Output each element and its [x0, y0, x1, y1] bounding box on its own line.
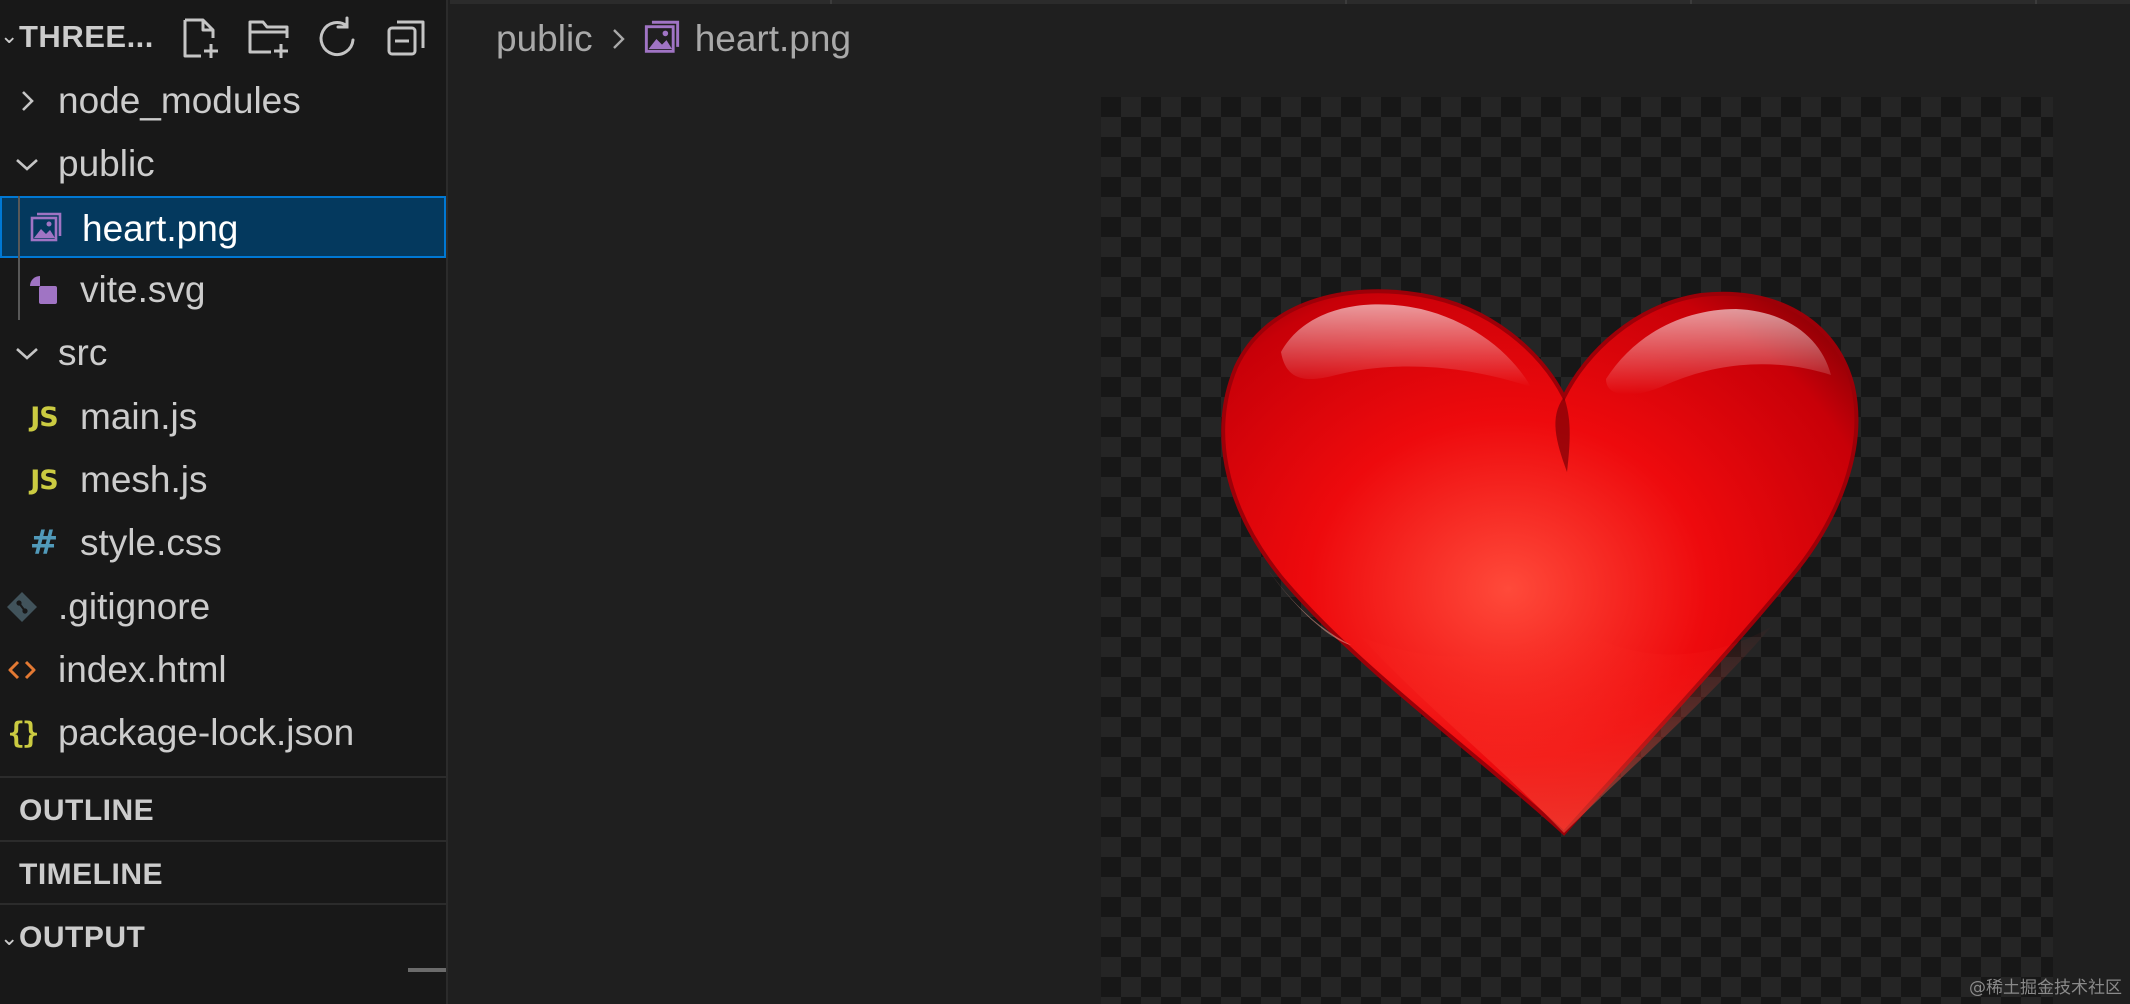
- tree-item-label: index.html: [58, 649, 227, 690]
- tree-item-label: vite.svg: [80, 269, 206, 310]
- editor-area: public heart.png @稀土掘金技术社区: [450, 0, 2130, 1004]
- tree-item-index-html[interactable]: index.html: [0, 639, 446, 701]
- new-file-icon[interactable]: [175, 14, 223, 62]
- tree-item-gitignore[interactable]: .gitignore: [0, 576, 446, 638]
- tree-item-mesh-js[interactable]: JS mesh.js: [0, 449, 446, 511]
- breadcrumb: public heart.png: [496, 14, 851, 64]
- json-file-icon: {}: [7, 716, 40, 750]
- watermark-text: @稀土掘金技术社区: [1969, 978, 2122, 998]
- timeline-panel-title: TIMELINE: [19, 858, 163, 891]
- tree-item-label: mesh.js: [80, 459, 208, 500]
- tree-item-vite-svg[interactable]: vite.svg: [0, 259, 446, 321]
- css-file-icon: #: [29, 523, 59, 563]
- tree-item-label: src: [58, 332, 108, 373]
- git-file-icon: [4, 589, 40, 625]
- tree-item-label: .gitignore: [58, 586, 211, 627]
- image-file-icon: [28, 211, 64, 247]
- tree-item-label: heart.png: [82, 208, 239, 249]
- timeline-panel-header[interactable]: TIMELINE: [0, 840, 448, 903]
- tree-item-package-lock-json[interactable]: {} package-lock.json: [0, 702, 446, 764]
- chevron-right-icon: [603, 24, 633, 54]
- javascript-file-icon: JS: [30, 401, 58, 433]
- breadcrumb-file[interactable]: heart.png: [695, 18, 851, 60]
- tree-item-main-js[interactable]: JS main.js: [0, 386, 446, 448]
- svg-file-icon: [26, 272, 62, 308]
- explorer-project-title[interactable]: THREE...: [19, 19, 154, 55]
- explorer-sidebar: ⌄ THREE... node_modules public heart.png…: [0, 0, 448, 1004]
- image-file-icon: [643, 20, 681, 58]
- tree-item-public[interactable]: public: [0, 133, 446, 195]
- chevron-down-icon: ⌄: [0, 925, 19, 950]
- image-preview[interactable]: [1101, 97, 2053, 1004]
- tree-item-node-modules[interactable]: node_modules: [0, 70, 446, 132]
- heart-image: [1221, 289, 1859, 836]
- indent-guide: [18, 196, 20, 320]
- tree-item-label: style.css: [80, 522, 222, 563]
- chevron-right-icon: [12, 86, 42, 116]
- tree-item-src[interactable]: src: [0, 322, 446, 384]
- tab-strip: [450, 0, 2130, 4]
- chevron-down-icon: [12, 338, 42, 368]
- tree-item-label: node_modules: [58, 80, 301, 121]
- explorer-header[interactable]: ⌄ THREE...: [0, 0, 448, 74]
- output-panel-title: OUTPUT: [19, 921, 146, 954]
- tree-item-style-css[interactable]: # style.css: [0, 512, 446, 574]
- output-panel-header[interactable]: ⌄ OUTPUT: [0, 903, 448, 966]
- tree-item-label: public: [58, 143, 155, 184]
- outline-panel-header[interactable]: OUTLINE: [0, 776, 448, 839]
- chevron-down-icon[interactable]: ⌄: [0, 24, 18, 48]
- tree-item-label: package-lock.json: [58, 712, 355, 753]
- javascript-file-icon: JS: [30, 464, 58, 496]
- html-file-icon: [4, 652, 40, 688]
- collapse-all-icon[interactable]: [383, 14, 431, 62]
- new-folder-icon[interactable]: [245, 14, 293, 62]
- breadcrumb-folder[interactable]: public: [496, 18, 593, 60]
- tree-item-label: main.js: [80, 396, 198, 437]
- refresh-icon[interactable]: [313, 14, 361, 62]
- outline-panel-title: OUTLINE: [19, 794, 155, 827]
- chevron-down-icon: [12, 149, 42, 179]
- tree-item-heart-png[interactable]: heart.png: [0, 196, 446, 258]
- panel-resize-sash[interactable]: [408, 968, 446, 972]
